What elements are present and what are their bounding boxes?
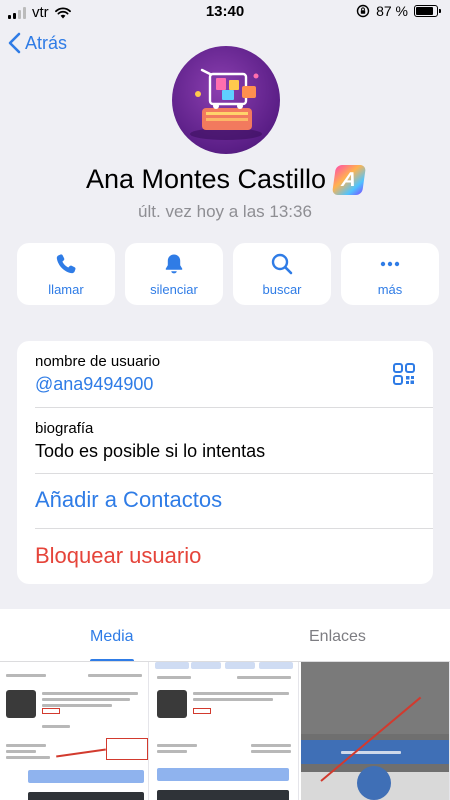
username-value[interactable]: @ana9494900 xyxy=(35,374,433,395)
divider xyxy=(35,407,433,408)
media-thumbnail[interactable] xyxy=(0,662,149,800)
battery-icon xyxy=(414,5,441,17)
search-button[interactable]: buscar xyxy=(233,243,331,305)
tab-media[interactable]: Media xyxy=(90,628,134,646)
chevron-left-icon xyxy=(8,32,21,54)
username-label: nombre de usuario xyxy=(35,353,161,370)
rotation-lock-icon xyxy=(356,4,370,18)
action-bar: llamar silenciar buscar más xyxy=(17,243,439,305)
mute-label: silenciar xyxy=(150,281,198,297)
media-thumbnail[interactable] xyxy=(301,662,450,800)
info-card: nombre de usuario @ana9494900 biografía … xyxy=(17,341,433,584)
add-contact-button[interactable]: Añadir a Contactos xyxy=(35,487,433,513)
battery-percent: 87 % xyxy=(376,3,408,19)
status-bar: vtr 13:40 87 % xyxy=(0,0,450,24)
profile-name-row: Ana Montes Castillo A xyxy=(0,164,450,195)
phone-icon xyxy=(56,253,76,273)
shopping-cart-illustration xyxy=(190,68,262,140)
search-label: buscar xyxy=(262,281,302,297)
mute-button[interactable]: silenciar xyxy=(125,243,223,305)
call-label: llamar xyxy=(48,281,84,297)
divider xyxy=(35,528,433,529)
back-label: Atrás xyxy=(25,32,68,53)
bio-row: biografía Todo es posible si lo intentas xyxy=(35,420,433,462)
back-button[interactable]: Atrás xyxy=(8,32,67,54)
bio-value: Todo es posible si lo intentas xyxy=(35,441,266,461)
username-row[interactable]: nombre de usuario @ana9494900 xyxy=(35,353,433,395)
status-right: 87 % xyxy=(356,3,441,19)
tab-links[interactable]: Enlaces xyxy=(309,628,366,646)
profile-name: Ana Montes Castillo xyxy=(85,164,327,194)
avatar[interactable] xyxy=(172,46,280,154)
bio-label: biografía xyxy=(35,420,94,437)
more-icon xyxy=(380,261,400,266)
media-thumbnail[interactable] xyxy=(150,662,300,800)
block-user-button[interactable]: Bloquear usuario xyxy=(35,543,433,569)
media-grid xyxy=(0,662,450,800)
last-seen-status: últ. vez hoy a las 13:36 xyxy=(138,202,312,221)
more-label: más xyxy=(377,281,403,297)
more-button[interactable]: más xyxy=(341,243,439,305)
emoji-status-badge[interactable]: A xyxy=(331,164,367,195)
qr-code-icon[interactable] xyxy=(393,363,415,385)
search-icon xyxy=(271,253,293,274)
call-button[interactable]: llamar xyxy=(17,243,115,305)
shared-media-tabs: Media Enlaces xyxy=(0,609,450,662)
bell-icon xyxy=(165,254,183,273)
divider xyxy=(35,473,433,474)
